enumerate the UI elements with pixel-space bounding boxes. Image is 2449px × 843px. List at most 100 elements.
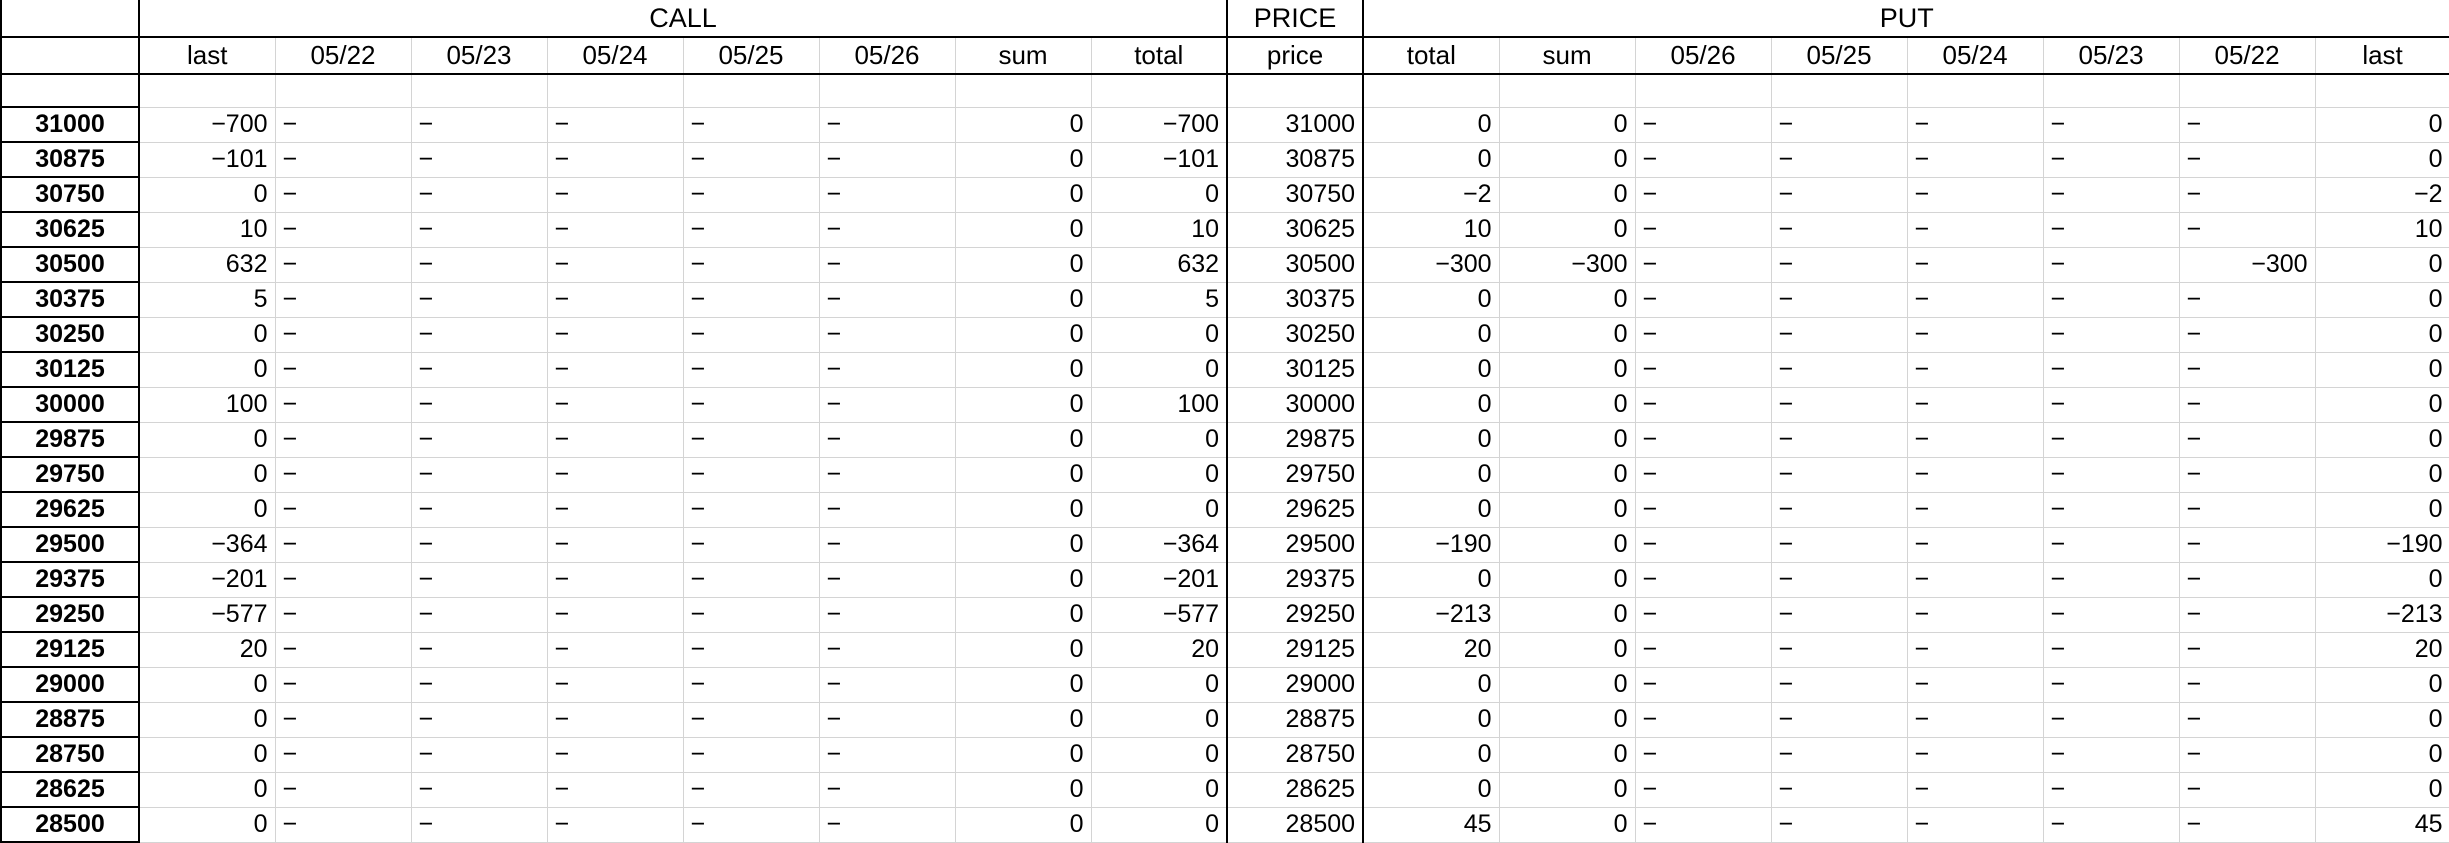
put-cell[interactable]: −: [2043, 702, 2180, 738]
call-cell[interactable]: −: [547, 527, 684, 563]
put-cell[interactable]: −: [1907, 562, 2044, 598]
put-cell[interactable]: −: [2043, 142, 2180, 178]
corner-cell[interactable]: [0, 0, 140, 38]
price-group-header[interactable]: PRICE: [1227, 0, 1365, 38]
call-cell[interactable]: 0: [139, 422, 276, 458]
put-cell[interactable]: 0: [2315, 107, 2449, 143]
blank-cell[interactable]: [1635, 74, 1772, 108]
call-cell[interactable]: 0: [1091, 772, 1229, 808]
put-cell[interactable]: −: [1771, 212, 1908, 248]
call-cell[interactable]: −: [683, 632, 820, 668]
call-cell[interactable]: 0: [955, 632, 1092, 668]
call-cell[interactable]: −: [683, 597, 820, 633]
call-cell[interactable]: −: [547, 807, 684, 843]
row-header[interactable]: 31000: [0, 107, 140, 143]
put-cell[interactable]: 0: [2315, 142, 2449, 178]
put-cell[interactable]: 0: [1363, 492, 1500, 528]
call-cell[interactable]: 0: [139, 352, 276, 388]
row-header[interactable]: 30750: [0, 177, 140, 213]
call-cell[interactable]: 0: [1091, 667, 1229, 703]
call-cell[interactable]: −: [819, 737, 956, 773]
call-col-header[interactable]: 05/25: [683, 36, 820, 75]
put-cell[interactable]: −: [1771, 317, 1908, 353]
blank-cell[interactable]: [1363, 74, 1500, 108]
call-cell[interactable]: −: [547, 597, 684, 633]
put-cell[interactable]: −: [1907, 107, 2044, 143]
price-cell[interactable]: 31000: [1227, 107, 1365, 143]
put-cell[interactable]: −: [2043, 247, 2180, 283]
row-header[interactable]: 30125: [0, 352, 140, 388]
put-cell[interactable]: −: [1635, 807, 1772, 843]
call-cell[interactable]: −: [547, 107, 684, 143]
call-cell[interactable]: −: [275, 247, 412, 283]
put-cell[interactable]: −: [2043, 317, 2180, 353]
blank-cell[interactable]: [1227, 74, 1365, 108]
put-cell[interactable]: 0: [1499, 597, 1636, 633]
put-cell[interactable]: 0: [1363, 422, 1500, 458]
call-cell[interactable]: −: [819, 492, 956, 528]
put-cell[interactable]: 0: [1499, 807, 1636, 843]
call-cell[interactable]: 0: [1091, 317, 1229, 353]
put-cell[interactable]: 0: [1363, 282, 1500, 318]
put-cell[interactable]: −: [2043, 667, 2180, 703]
call-cell[interactable]: −: [683, 247, 820, 283]
call-cell[interactable]: −: [819, 702, 956, 738]
put-cell[interactable]: 0: [1363, 142, 1500, 178]
call-cell[interactable]: −: [683, 702, 820, 738]
price-cell[interactable]: 30125: [1227, 352, 1365, 388]
put-cell[interactable]: 0: [2315, 387, 2449, 423]
call-cell[interactable]: −: [411, 107, 548, 143]
call-cell[interactable]: 0: [1091, 177, 1229, 213]
put-cell[interactable]: −: [1771, 352, 1908, 388]
blank-cell[interactable]: [411, 74, 548, 108]
put-cell[interactable]: 0: [1499, 772, 1636, 808]
call-cell[interactable]: 0: [139, 667, 276, 703]
put-cell[interactable]: 0: [1499, 562, 1636, 598]
put-cell[interactable]: −: [1907, 212, 2044, 248]
call-cell[interactable]: −: [683, 667, 820, 703]
call-cell[interactable]: 0: [955, 317, 1092, 353]
put-cell[interactable]: 0: [2315, 562, 2449, 598]
call-cell[interactable]: −: [547, 317, 684, 353]
call-cell[interactable]: −: [275, 772, 412, 808]
call-cell[interactable]: 0: [139, 772, 276, 808]
put-cell[interactable]: −: [1635, 492, 1772, 528]
put-cell[interactable]: 0: [2315, 422, 2449, 458]
put-cell[interactable]: −: [1907, 737, 2044, 773]
put-col-header[interactable]: sum: [1499, 36, 1636, 75]
put-cell[interactable]: 10: [2315, 212, 2449, 248]
call-cell[interactable]: −: [547, 422, 684, 458]
row-header-blank[interactable]: [0, 36, 140, 75]
put-cell[interactable]: 0: [1363, 702, 1500, 738]
call-cell[interactable]: −: [547, 282, 684, 318]
put-cell[interactable]: 0: [1499, 492, 1636, 528]
call-cell[interactable]: −: [275, 212, 412, 248]
call-cell[interactable]: 0: [1091, 422, 1229, 458]
put-cell[interactable]: −: [1771, 807, 1908, 843]
price-cell[interactable]: 30625: [1227, 212, 1365, 248]
row-header[interactable]: 30250: [0, 317, 140, 353]
put-cell[interactable]: −300: [2179, 247, 2316, 283]
put-cell[interactable]: −: [2179, 737, 2316, 773]
row-header[interactable]: 30375: [0, 282, 140, 318]
row-header[interactable]: 29000: [0, 667, 140, 703]
call-cell[interactable]: 0: [955, 142, 1092, 178]
call-cell[interactable]: 0: [955, 807, 1092, 843]
blank-cell[interactable]: [275, 74, 412, 108]
put-cell[interactable]: −300: [1363, 247, 1500, 283]
blank-cell[interactable]: [1771, 74, 1908, 108]
row-header[interactable]: 29625: [0, 492, 140, 528]
put-cell[interactable]: −: [2043, 807, 2180, 843]
put-cell[interactable]: −: [2179, 667, 2316, 703]
price-cell[interactable]: 28500: [1227, 807, 1365, 843]
call-cell[interactable]: −: [547, 632, 684, 668]
call-cell[interactable]: −: [683, 422, 820, 458]
blank-cell[interactable]: [1499, 74, 1636, 108]
call-cell[interactable]: 0: [955, 702, 1092, 738]
put-cell[interactable]: −: [2179, 422, 2316, 458]
price-cell[interactable]: 28625: [1227, 772, 1365, 808]
call-cell[interactable]: −: [275, 737, 412, 773]
put-col-header[interactable]: 05/25: [1771, 36, 1908, 75]
call-cell[interactable]: −: [819, 212, 956, 248]
put-cell[interactable]: 45: [2315, 807, 2449, 843]
